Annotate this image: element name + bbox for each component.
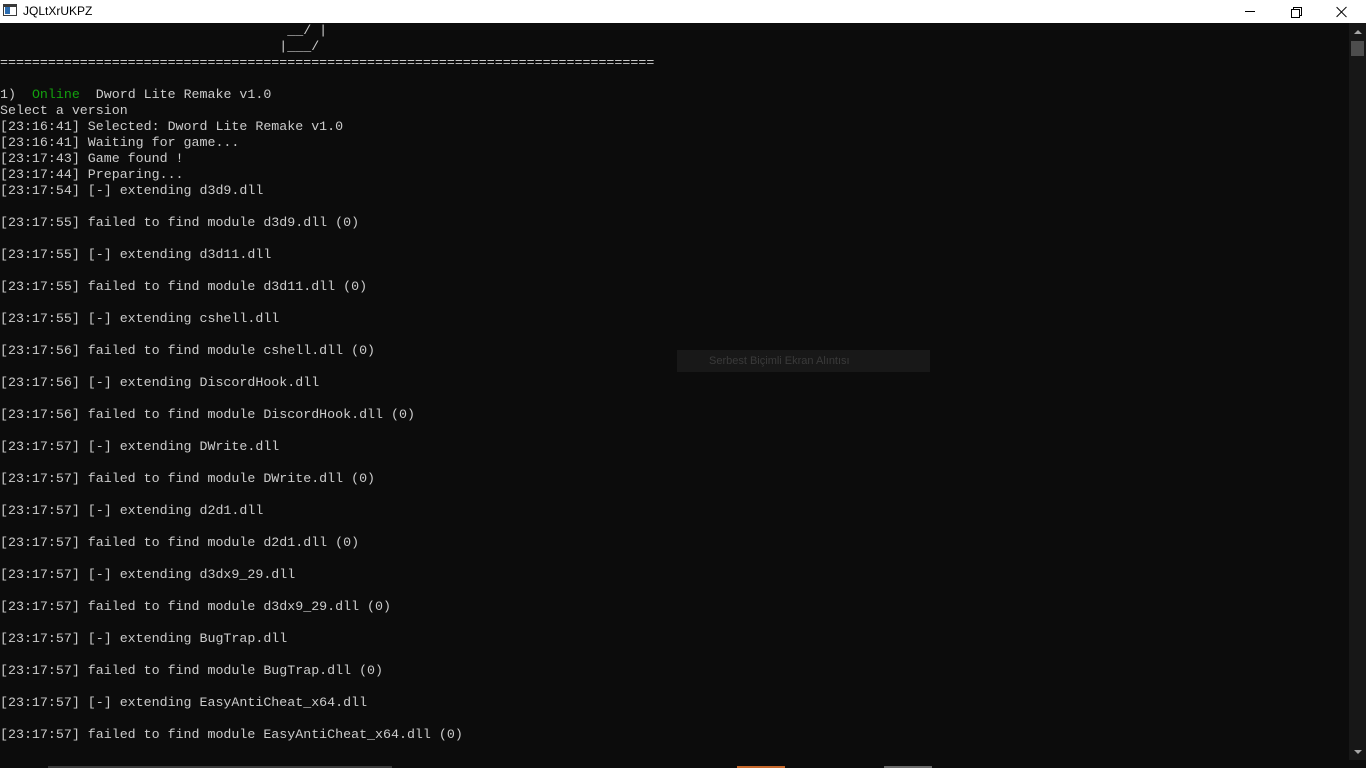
version-index: 1) bbox=[0, 87, 16, 102]
console-window: JQLtXrUKPZ __/ | |___/ =================… bbox=[0, 0, 1366, 768]
taskbar-edge bbox=[0, 760, 1366, 768]
log-line: [23:17:44] Preparing... bbox=[0, 167, 184, 182]
log-line: [23:17:56] failed to find module Discord… bbox=[0, 407, 415, 422]
log-line: [23:17:57] [-] extending d2d1.dll bbox=[0, 503, 264, 518]
ascii-art-line: __/ | bbox=[0, 23, 328, 38]
log-line: [23:17:57] [-] extending d3dx9_29.dll bbox=[0, 567, 296, 582]
console-window-icon[interactable] bbox=[3, 4, 17, 16]
log-line: [23:17:56] failed to find module cshell.… bbox=[0, 343, 376, 358]
close-button[interactable] bbox=[1319, 0, 1365, 23]
scroll-up-arrow-icon[interactable] bbox=[1349, 23, 1366, 40]
restore-button[interactable] bbox=[1273, 0, 1319, 23]
log-line: [23:17:57] failed to find module BugTrap… bbox=[0, 663, 384, 678]
log-lines: [23:16:41] Selected: Dword Lite Remake v… bbox=[0, 119, 1349, 743]
restore-icon bbox=[1291, 6, 1302, 18]
console-output[interactable]: __/ | |___/ ============================… bbox=[0, 23, 1349, 760]
minimize-button[interactable] bbox=[1227, 0, 1273, 23]
log-line: [23:17:54] [-] extending d3d9.dll bbox=[0, 183, 264, 198]
log-line: [23:17:57] [-] extending EasyAntiCheat_x… bbox=[0, 695, 368, 710]
scroll-down-arrow-icon[interactable] bbox=[1349, 743, 1366, 760]
log-line: [23:17:55] [-] extending cshell.dll bbox=[0, 311, 280, 326]
log-line: [23:16:41] Selected: Dword Lite Remake v… bbox=[0, 119, 344, 134]
version-name: Dword Lite Remake v1.0 bbox=[95, 87, 272, 102]
separator-line: ========================================… bbox=[0, 55, 655, 70]
log-line: [23:17:55] [-] extending d3d11.dll bbox=[0, 247, 272, 262]
status-online: Online bbox=[31, 87, 80, 102]
vertical-scrollbar[interactable] bbox=[1349, 23, 1366, 760]
log-line: [23:17:57] failed to find module DWrite.… bbox=[0, 471, 376, 486]
log-line: [23:16:41] Waiting for game... bbox=[0, 135, 240, 150]
log-line: [23:17:57] failed to find module EasyAnt… bbox=[0, 727, 463, 742]
log-line: [23:17:57] [-] extending BugTrap.dll bbox=[0, 631, 288, 646]
log-line: [23:17:56] [-] extending DiscordHook.dll bbox=[0, 375, 320, 390]
minimize-icon bbox=[1245, 11, 1255, 12]
version-entry: 1) Online Dword Lite Remake v1.0 bbox=[0, 87, 1349, 103]
ascii-art-line: |___/ bbox=[0, 39, 320, 54]
scroll-thumb[interactable] bbox=[1351, 41, 1364, 56]
log-line: [23:17:57] failed to find module d2d1.dl… bbox=[0, 535, 360, 550]
log-line: [23:17:57] failed to find module d3dx9_2… bbox=[0, 599, 391, 614]
close-icon bbox=[1336, 6, 1348, 18]
snipping-overlay-label: Serbest Biçimli Ekran Alıntısı bbox=[677, 350, 930, 372]
window-title: JQLtXrUKPZ bbox=[23, 4, 93, 18]
log-line: [23:17:55] failed to find module d3d11.d… bbox=[0, 279, 368, 294]
log-line: [23:17:57] [-] extending DWrite.dll bbox=[0, 439, 280, 454]
title-bar[interactable]: JQLtXrUKPZ bbox=[0, 0, 1366, 23]
log-line: [23:17:55] failed to find module d3d9.dl… bbox=[0, 215, 360, 230]
prompt-line: Select a version bbox=[0, 103, 128, 118]
log-line: [23:17:43] Game found ! bbox=[0, 151, 184, 166]
